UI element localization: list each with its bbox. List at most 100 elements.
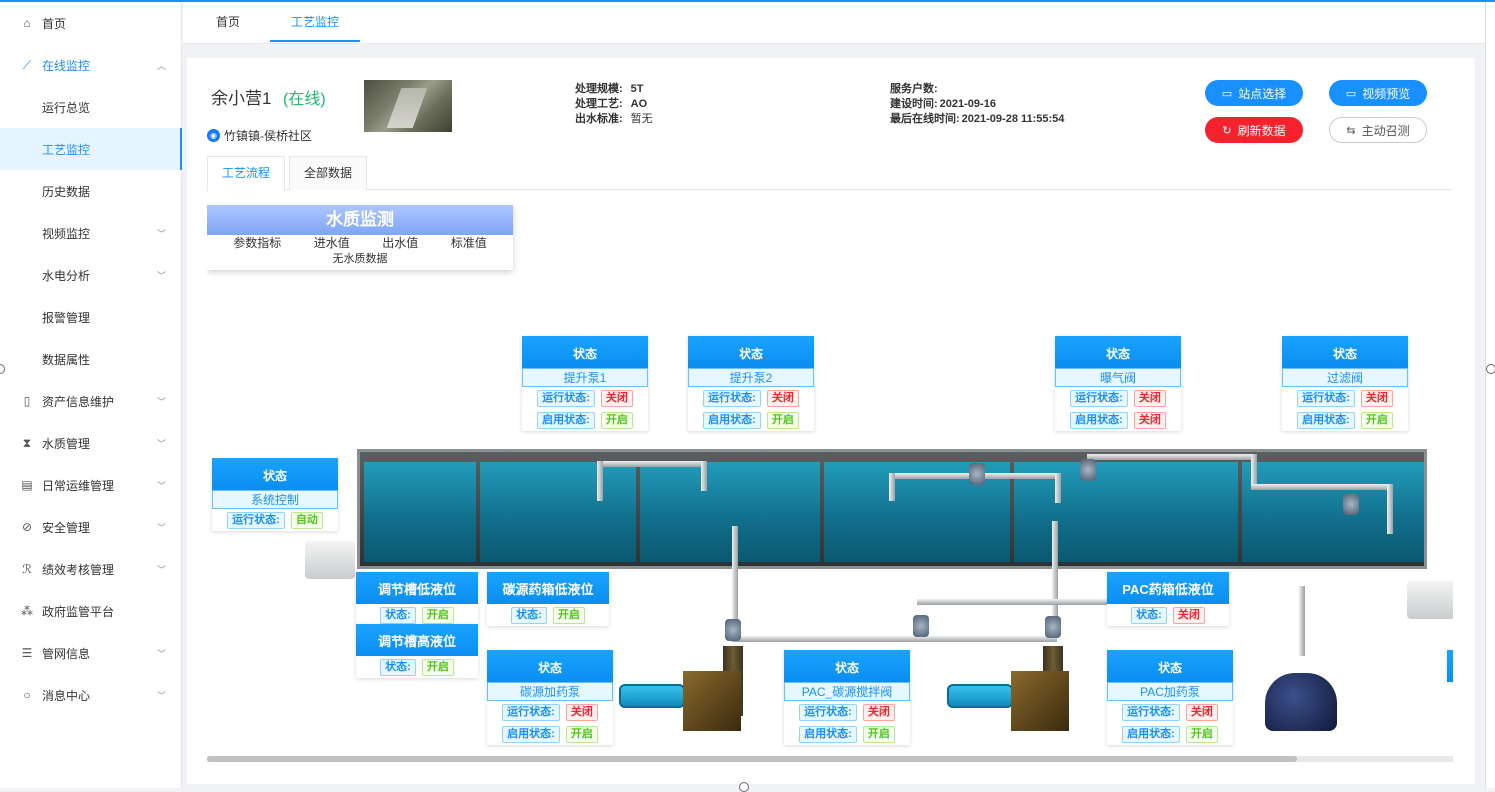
active-call-button[interactable]: ⇆ 主动召测 — [1329, 117, 1427, 143]
enable-status-label: 启用状态: — [1122, 725, 1180, 743]
tab-process-flow[interactable]: 工艺流程 — [207, 156, 286, 191]
enable-status-value[interactable]: 开启 — [862, 725, 895, 743]
enable-status-label: 启用状态: — [799, 725, 857, 743]
sidebar-item-pipe-network[interactable]: ☰ 管网信息 ﹀ — [0, 632, 182, 674]
sidebar-item-label: 消息中心 — [42, 688, 91, 703]
card-row: 运行状态: 自动 — [212, 509, 338, 531]
chevron-down-icon: ﹀ — [156, 270, 166, 281]
state-value[interactable]: 开启 — [552, 606, 585, 624]
sidebar-item-video[interactable]: 视频监控 ﹀ — [0, 212, 182, 254]
refresh-data-button[interactable]: ↻ 刷新数据 — [1205, 117, 1303, 143]
state-label: 状态: — [511, 606, 547, 624]
sidebar-item-label: 报警管理 — [42, 310, 91, 325]
tab-home[interactable]: 首页 — [205, 2, 251, 42]
station-photo[interactable] — [364, 80, 452, 132]
sidebar-item-safety[interactable]: ⊘ 安全管理 ﹀ — [0, 506, 182, 548]
state-value[interactable]: 开启 — [421, 606, 454, 624]
sidebar-item-label: 水电分析 — [42, 268, 91, 283]
sidebar-item-process-monitor[interactable]: 工艺监控 — [0, 128, 182, 170]
pipe — [701, 461, 707, 491]
card-header: 调节槽高液位 — [356, 624, 478, 656]
state-value[interactable]: 关闭 — [1172, 606, 1205, 624]
chevron-down-icon: ﹀ — [156, 648, 166, 659]
level-card-reg-high: 调节槽高液位 状态: 开启 — [356, 624, 478, 678]
sidebar-item-gov-platform[interactable]: ⁂ 政府监管平台 — [0, 590, 182, 632]
scale-value: 5T — [630, 83, 644, 95]
sidebar-item-performance[interactable]: ℛ 绩效考核管理 ﹀ — [0, 548, 182, 590]
run-status-value[interactable]: 自动 — [290, 511, 323, 529]
pipe — [1055, 473, 1061, 503]
sidebar-item-label: 绩效考核管理 — [42, 562, 115, 577]
sidebar-item-daily-ops[interactable]: ▤ 日常运维管理 ﹀ — [0, 464, 182, 506]
run-status-value[interactable]: 关闭 — [565, 703, 598, 721]
run-status-value[interactable]: 关闭 — [1360, 389, 1393, 407]
enable-status-value[interactable]: 开启 — [766, 411, 799, 429]
sidebar-item-label: 资产信息维护 — [42, 394, 115, 409]
enable-status-value[interactable]: 关闭 — [1133, 411, 1166, 429]
sidebar-item-online-monitor[interactable]: ⟋ 在线监控 ︿ — [0, 44, 182, 86]
enable-status-value[interactable]: 开启 — [1360, 411, 1393, 429]
enable-status-value[interactable]: 开启 — [1185, 725, 1218, 743]
water-quality-empty: 无水质数据 — [332, 253, 388, 265]
device-card-pac-pump: 状态 PAC加药泵 运行状态: 关闭 启用状态: 开启 — [1107, 650, 1233, 745]
sidebar-item-label: 历史数据 — [42, 184, 91, 199]
water-quality-title: 水质监测 — [207, 205, 513, 235]
inlet-pipe — [305, 541, 355, 579]
sidebar-item-label: 安全管理 — [42, 520, 91, 535]
station-name: 余小营1 — [211, 89, 272, 108]
run-status-value[interactable]: 关闭 — [1133, 389, 1166, 407]
device-card-aeration: 状态 曝气阀 运行状态: 关闭 启用状态: 关闭 — [1055, 336, 1181, 431]
enable-status-label: 启用状态: — [1297, 411, 1355, 429]
sidebar-item-label: 首页 — [42, 16, 67, 31]
button-label: 主动召测 — [1361, 123, 1410, 138]
tank-section — [640, 462, 820, 562]
horizontal-scrollbar[interactable] — [207, 756, 1453, 762]
sidebar-item-alarm[interactable]: 报警管理 — [0, 296, 182, 338]
card-row: 启用状态: 开启 — [1282, 409, 1408, 431]
scrollbar-thumb[interactable] — [207, 756, 1297, 762]
scale-label: 处理规模: — [575, 83, 623, 95]
state-value[interactable]: 开启 — [421, 658, 454, 676]
chevron-up-icon: ︿ — [156, 60, 166, 71]
sidebar-item-power-analysis[interactable]: 水电分析 ﹀ — [0, 254, 182, 296]
run-status-value[interactable]: 关闭 — [766, 389, 799, 407]
card-row: 状态: 开启 — [487, 604, 609, 626]
sidebar-item-asset[interactable]: ▯ 资产信息维护 ﹀ — [0, 380, 182, 422]
camera-icon: ▭ — [1221, 87, 1233, 100]
video-preview-button[interactable]: ▭ 视频预览 — [1329, 80, 1427, 106]
card-row: 运行状态: 关闭 — [784, 701, 910, 723]
resize-handle[interactable] — [739, 782, 749, 792]
button-label: 站点选择 — [1238, 86, 1287, 101]
sidebar-item-history[interactable]: 历史数据 — [0, 170, 182, 212]
card-row: 启用状态: 开启 — [487, 723, 613, 745]
site-select-button[interactable]: ▭ 站点选择 — [1205, 80, 1303, 106]
pump-gearbox — [683, 671, 741, 731]
sidebar-item-label: 运行总览 — [42, 100, 91, 115]
device-card-pump2: 状态 提升泵2 运行状态: 关闭 启用状态: 开启 — [688, 336, 814, 431]
pump-gearbox — [1011, 671, 1069, 731]
pipe — [597, 461, 603, 501]
sidebar-item-data-attr[interactable]: 数据属性 — [0, 338, 182, 380]
run-status-value[interactable]: 关闭 — [1185, 703, 1218, 721]
card-row: 状态: 关闭 — [1107, 604, 1229, 626]
sidebar-item-overview[interactable]: 运行总览 — [0, 86, 182, 128]
resize-handle[interactable] — [1486, 364, 1495, 374]
tank-section — [1242, 462, 1424, 562]
state-label: 状态: — [380, 606, 416, 624]
tab-process-monitor[interactable]: 工艺监控 — [270, 2, 360, 42]
card-row: 启用状态: 开启 — [1107, 723, 1233, 745]
run-status-value[interactable]: 关闭 — [862, 703, 895, 721]
sidebar-item-home[interactable]: ⌂ 首页 — [0, 2, 182, 44]
card-header: 状态 — [1055, 336, 1181, 368]
info-col-1: 处理规模: 5T 处理工艺: AO 出水标准: 暂无 — [575, 82, 653, 127]
sidebar-item-messages[interactable]: ○ 消息中心 ﹀ — [0, 674, 182, 716]
tab-all-data[interactable]: 全部数据 — [289, 156, 368, 190]
card-row: 运行状态: 关闭 — [688, 387, 814, 409]
enable-status-value[interactable]: 开启 — [600, 411, 633, 429]
chart-line-icon: ⟋ — [22, 57, 32, 72]
run-status-value[interactable]: 关闭 — [600, 389, 633, 407]
device-card-carbon-pump: 状态 碳源加药泵 运行状态: 关闭 启用状态: 开启 — [487, 650, 613, 745]
sidebar-item-water-quality[interactable]: ⧗ 水质管理 ﹀ — [0, 422, 182, 464]
enable-status-value[interactable]: 开启 — [565, 725, 598, 743]
card-header: 调节槽低液位 — [356, 572, 478, 604]
